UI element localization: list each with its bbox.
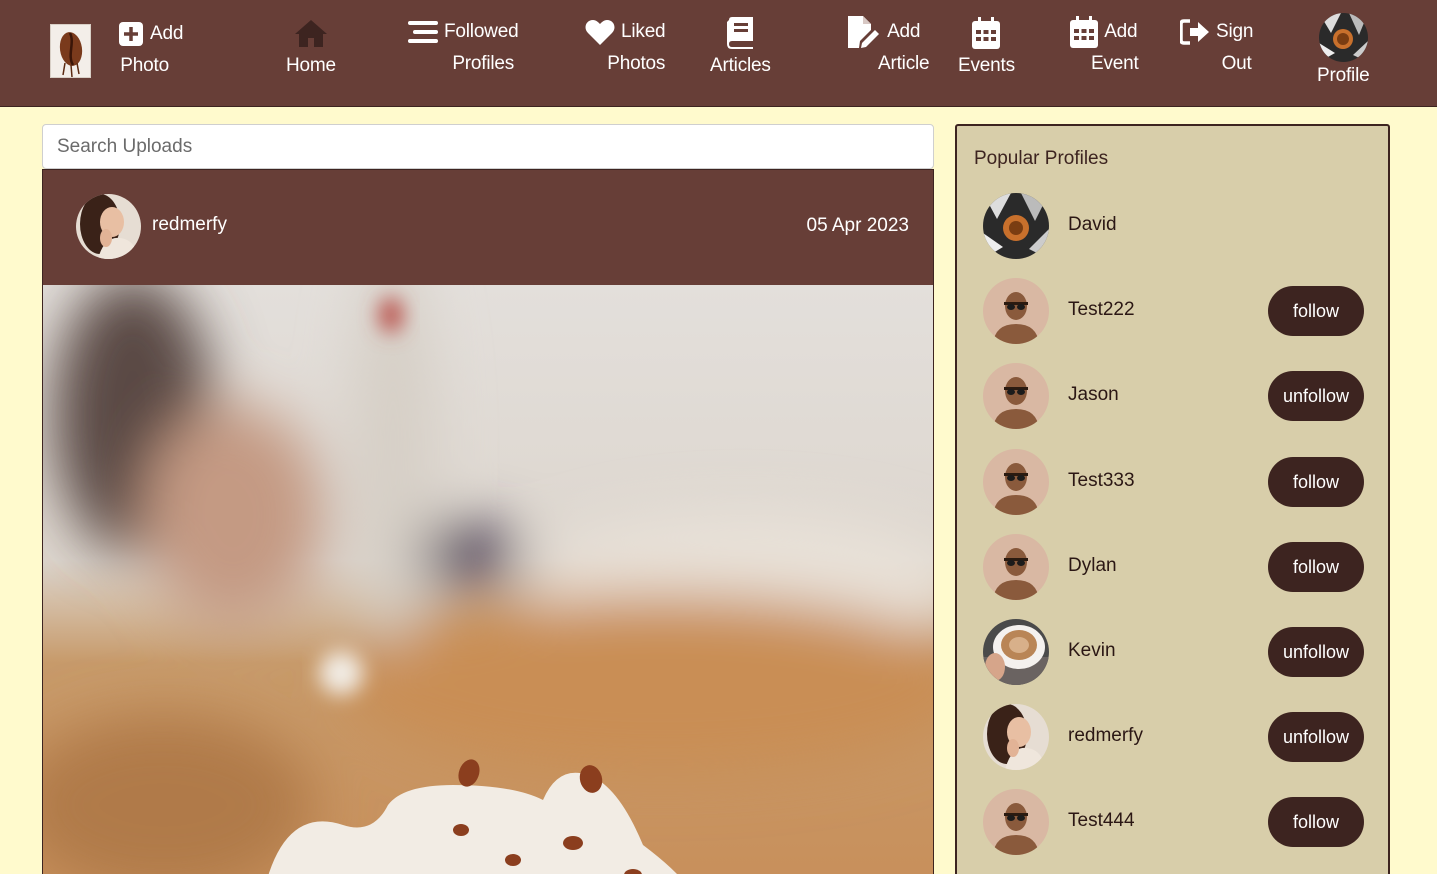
nav-add-photo-line2: Photo	[120, 55, 169, 76]
profile-avatar[interactable]	[983, 789, 1049, 855]
nav-sign-out[interactable]: Sign Out	[1180, 16, 1253, 76]
nav-add-photo[interactable]: Add Photo	[118, 18, 183, 78]
nav-add-article[interactable]: Add Article	[838, 16, 930, 76]
profile-row: David	[957, 191, 1388, 261]
nav-liked-line2: Photos	[607, 53, 666, 74]
follow-button[interactable]: follow	[1268, 542, 1364, 592]
profile-avatar[interactable]	[983, 193, 1049, 259]
profile-avatar[interactable]	[983, 449, 1049, 515]
unfollow-button[interactable]: unfollow	[1268, 371, 1364, 421]
nav-followed-profiles[interactable]: Followed Profiles	[408, 16, 519, 76]
nav-articles-label: Articles	[710, 55, 771, 76]
calendar-plus-icon	[1070, 16, 1099, 48]
profile-avatar[interactable]	[983, 619, 1049, 685]
nav-liked-photos[interactable]: Liked Photos	[585, 16, 666, 76]
follow-button[interactable]: follow	[1268, 797, 1364, 847]
post-header: redmerfy 05 Apr 2023	[43, 170, 933, 285]
nav-followed-line1: Followed	[444, 21, 519, 42]
nav-liked-line1: Liked	[621, 21, 666, 42]
profile-name[interactable]: Jason	[1068, 384, 1119, 406]
calendar-icon	[972, 17, 1001, 49]
profile-avatar	[1318, 13, 1368, 62]
profile-name[interactable]: David	[1068, 214, 1117, 236]
profile-name[interactable]: Test333	[1068, 470, 1135, 492]
file-edit-icon	[847, 16, 881, 48]
nav-followed-line2: Profiles	[452, 53, 515, 74]
profile-row: Test444 follow	[957, 787, 1388, 857]
nav-add-event-line2: Event	[1091, 53, 1139, 74]
follow-button[interactable]: follow	[1268, 457, 1364, 507]
nav-home[interactable]: Home	[286, 16, 336, 78]
profile-avatar[interactable]	[983, 278, 1049, 344]
profile-row: Test333 follow	[957, 447, 1388, 517]
profile-row: Test222 follow	[957, 276, 1388, 346]
profile-row: Dylan follow	[957, 532, 1388, 602]
post-date: 05 Apr 2023	[806, 215, 909, 236]
nav-events-label: Events	[958, 55, 1015, 76]
nav-add-event[interactable]: Add Event	[1069, 16, 1139, 76]
nav-add-article-line1: Add	[887, 21, 921, 42]
profile-name[interactable]: Test444	[1068, 810, 1135, 832]
nav-sign-out-line2: Out	[1221, 53, 1252, 74]
top-navbar: Add Photo Home Followed Profiles Liked P…	[0, 0, 1437, 107]
book-icon	[726, 17, 754, 49]
search-input[interactable]	[42, 124, 934, 169]
profile-avatar[interactable]	[983, 363, 1049, 429]
profile-row: Jason unfollow	[957, 361, 1388, 431]
nav-articles[interactable]: Articles	[710, 16, 771, 78]
popular-profiles-title: Popular Profiles	[974, 148, 1109, 169]
nav-add-article-line2: Article	[878, 53, 930, 74]
logo-coffee-bean[interactable]	[50, 24, 91, 78]
nav-sign-out-line1: Sign	[1216, 21, 1254, 42]
nav-home-label: Home	[286, 55, 336, 76]
nav-add-event-line1: Add	[1104, 21, 1138, 42]
profile-row: Kevin unfollow	[957, 617, 1388, 687]
profile-avatar[interactable]	[983, 704, 1049, 770]
profile-name[interactable]: Test222	[1068, 299, 1135, 321]
follow-button[interactable]: follow	[1268, 286, 1364, 336]
home-icon	[293, 18, 329, 48]
nav-profile-label: Profile	[1317, 65, 1370, 86]
post-username[interactable]: redmerfy	[152, 214, 227, 236]
sign-out-icon	[1180, 19, 1210, 45]
profile-name[interactable]: Kevin	[1068, 640, 1116, 662]
plus-square-icon	[118, 21, 144, 47]
stream-icon	[408, 19, 438, 45]
heart-icon	[585, 19, 615, 46]
profile-avatar[interactable]	[983, 534, 1049, 600]
profile-row: redmerfy unfollow	[957, 702, 1388, 772]
nav-profile[interactable]: Profile	[1317, 13, 1370, 88]
unfollow-button[interactable]: unfollow	[1268, 627, 1364, 677]
post-author-avatar[interactable]	[76, 194, 141, 259]
nav-add-photo-line1: Add	[150, 23, 184, 44]
popular-profiles-panel: Popular Profiles David Test222 follow Jason…	[955, 124, 1390, 874]
nav-events[interactable]: Events	[958, 16, 1015, 78]
unfollow-button[interactable]: unfollow	[1268, 712, 1364, 762]
profile-name[interactable]: redmerfy	[1068, 725, 1143, 747]
profile-name[interactable]: Dylan	[1068, 555, 1117, 577]
post-photo-coffee-art[interactable]	[43, 285, 933, 874]
post-card: redmerfy 05 Apr 2023	[42, 169, 934, 874]
